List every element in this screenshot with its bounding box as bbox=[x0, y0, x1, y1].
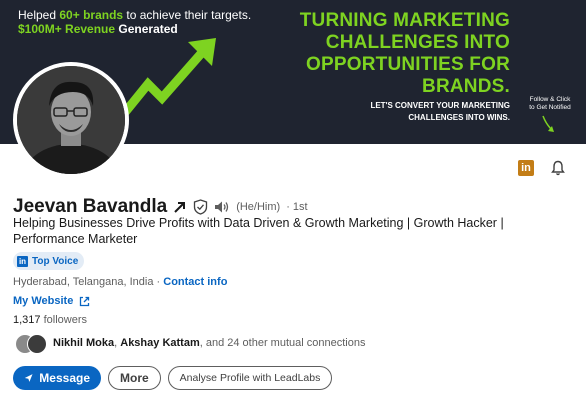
down-arrow-icon bbox=[542, 115, 554, 132]
profile-name: Jeevan Bavandla bbox=[13, 196, 168, 217]
banner-stat-brands: 60+ brands bbox=[59, 8, 124, 22]
profile-avatar[interactable] bbox=[13, 62, 129, 178]
speaker-icon[interactable] bbox=[214, 200, 230, 214]
mutual-rest: , and 24 other mutual connections bbox=[199, 337, 366, 349]
banner-stats: Helped 60+ brands to achieve their targe… bbox=[18, 8, 251, 36]
banner-follow-line: to Get Notified bbox=[529, 104, 571, 111]
linkedin-icon[interactable]: in bbox=[518, 160, 534, 176]
followers-count[interactable]: 1,317 followers bbox=[13, 314, 87, 326]
banner-subline-line: CHALLENGES INTO WINS. bbox=[408, 113, 510, 122]
banner-stat-generated: Generated bbox=[115, 22, 178, 36]
location-separator: · bbox=[153, 276, 164, 288]
followers-number: 1,317 bbox=[13, 314, 41, 326]
more-button[interactable]: More bbox=[108, 366, 161, 390]
profile-name-row: Jeevan Bavandla (He/Him) · 1st bbox=[13, 196, 308, 218]
banner-subline-line: LET'S CONVERT YOUR MARKETING bbox=[370, 101, 510, 110]
bell-icon[interactable] bbox=[550, 160, 566, 176]
website-link[interactable]: My Website bbox=[13, 295, 90, 307]
profile-headline: Helping Businesses Drive Profits with Da… bbox=[13, 216, 504, 246]
profile-actions: Message More Analyse Profile with LeadLa… bbox=[13, 366, 333, 390]
diagonal-arrow-icon bbox=[174, 202, 186, 213]
linkedin-badge-icon: in bbox=[17, 255, 28, 267]
banner-stat-revenue: $100M+ Revenue bbox=[18, 22, 116, 36]
profile-location: Hyderabad, Telangana, India bbox=[13, 276, 154, 288]
leadlabs-button-label: Analyse Profile with LeadLabs bbox=[179, 372, 321, 384]
banner-stat-post: to achieve their targets. bbox=[123, 8, 252, 22]
mutual-text: Nikhil Moka, Akshay Kattam, and 24 other… bbox=[53, 337, 365, 349]
banner-stat-line2: $100M+ Revenue Generated bbox=[18, 22, 251, 36]
banner-headline-line: OPPORTUNITIES FOR bbox=[306, 54, 510, 75]
followers-label: followers bbox=[40, 314, 87, 326]
more-button-label: More bbox=[120, 371, 149, 385]
banner-stat-pre: Helped bbox=[18, 8, 60, 22]
website-label: My Website bbox=[13, 295, 74, 307]
external-link-icon bbox=[80, 296, 90, 306]
profile-top-actions: in bbox=[518, 160, 566, 176]
contact-info-link[interactable]: Contact info bbox=[163, 276, 227, 288]
banner-follow-line: Follow & Click bbox=[529, 96, 571, 103]
message-button-label: Message bbox=[39, 371, 90, 385]
avatar bbox=[27, 334, 47, 354]
mutual-avatars bbox=[13, 332, 49, 354]
profile-location-row: Hyderabad, Telangana, India · Contact in… bbox=[13, 276, 227, 288]
banner-headline: TURNING MARKETING CHALLENGES INTO OPPORT… bbox=[250, 10, 510, 98]
badge-label: Top Voice bbox=[32, 255, 79, 267]
banner-headline-line: BRANDS. bbox=[422, 76, 510, 97]
mutual-name: Akshay Kattam bbox=[120, 337, 200, 349]
leadlabs-button[interactable]: Analyse Profile with LeadLabs bbox=[167, 366, 333, 390]
banner-subline: LET'S CONVERT YOUR MARKETING CHALLENGES … bbox=[270, 100, 510, 124]
banner-follow-note: Follow & Click to Get Notified bbox=[522, 96, 578, 112]
message-button[interactable]: Message bbox=[13, 366, 101, 390]
growth-arrow-icon bbox=[118, 38, 216, 119]
profile-pronouns: (He/Him) bbox=[236, 201, 281, 213]
verified-shield-icon[interactable] bbox=[193, 199, 208, 215]
connection-degree: · 1st bbox=[286, 201, 308, 213]
banner-headline-line: TURNING MARKETING bbox=[299, 10, 510, 31]
top-voice-badge[interactable]: in Top Voice bbox=[13, 252, 85, 270]
mutual-name: Nikhil Moka bbox=[53, 337, 115, 349]
banner-headline-line: CHALLENGES INTO bbox=[325, 32, 510, 53]
mutual-connections[interactable]: Nikhil Moka, Akshay Kattam, and 24 other… bbox=[13, 332, 365, 354]
send-icon bbox=[24, 374, 33, 382]
avatar-photo bbox=[17, 66, 125, 174]
